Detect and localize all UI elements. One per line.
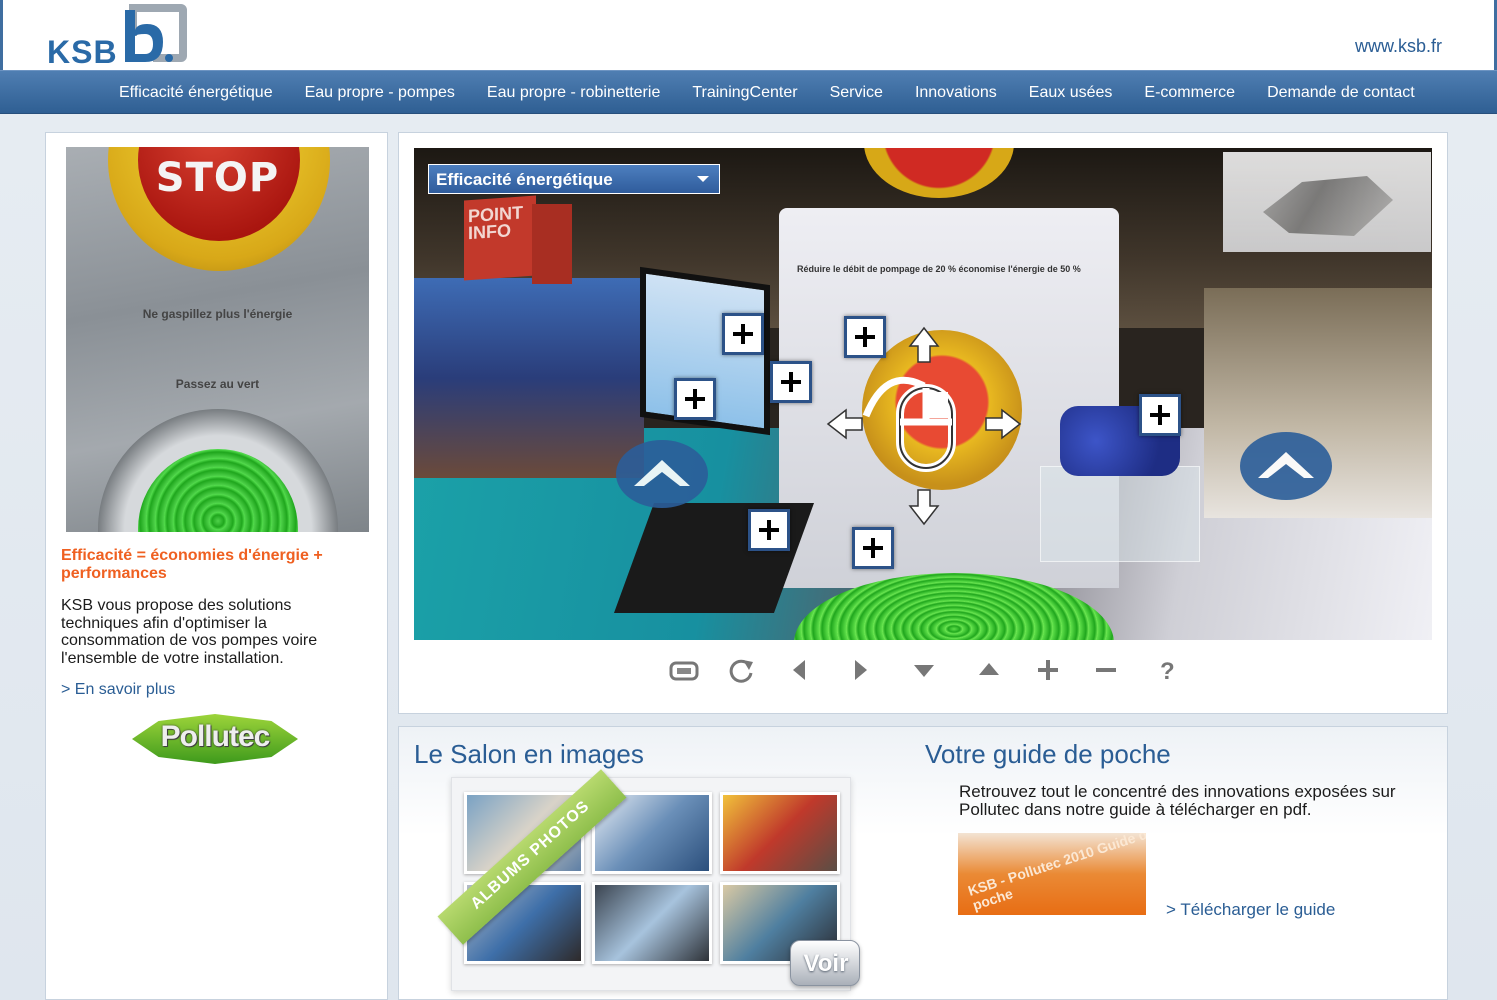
zoom-out-button[interactable] [1089, 655, 1121, 685]
scene-dropdown-value: Efficacité énergétique [436, 170, 613, 189]
plus-icon [759, 520, 779, 540]
voir-button[interactable]: Voir [790, 940, 860, 986]
nav-item-eaux-usees[interactable]: Eaux usées [1013, 71, 1129, 115]
logo-text: KSB [47, 34, 118, 70]
site-header: KSB www.ksb.fr [0, 0, 1497, 70]
guide-description: Retrouvez tout le concentré des innovati… [959, 782, 1396, 819]
ksb-logo[interactable]: KSB [45, 2, 195, 70]
pano-info-banner: POINT INFO [464, 195, 536, 281]
pan-left-button[interactable] [783, 655, 815, 685]
green-button-graphic [98, 409, 338, 532]
panorama-viewer-panel: POINT INFO Réduire le débit de pompage d… [398, 132, 1448, 714]
nav-list: Efficacité énergétique Eau propre - pomp… [103, 71, 1431, 115]
panorama-view[interactable]: POINT INFO Réduire le débit de pompage d… [414, 148, 1432, 640]
zoom-in-button[interactable] [1031, 655, 1063, 685]
promo-body: KSB vous propose des solutions technique… [61, 597, 318, 667]
fullscreen-button[interactable] [667, 655, 699, 685]
green-button-core [138, 449, 298, 532]
hotspot-plus-button[interactable] [674, 378, 716, 420]
chevron-up-icon [1258, 452, 1314, 478]
nav-item-innovations[interactable]: Innovations [899, 71, 1013, 115]
promo-image-line2: Passez au vert [175, 377, 260, 391]
pano-minimap[interactable] [1223, 152, 1431, 252]
nav-item-efficacite[interactable]: Efficacité énergétique [103, 71, 289, 115]
hotspot-plus-button[interactable] [748, 509, 790, 551]
learn-more-link[interactable]: > En savoir plus [61, 681, 175, 699]
promo-image-stop-text: STOP [155, 155, 280, 201]
pan-up-icon [979, 663, 999, 675]
download-guide-link[interactable]: > Télécharger le guide [1166, 900, 1335, 920]
zoom-out-icon [1096, 668, 1116, 672]
help-icon: ? [1160, 658, 1175, 683]
promo-image[interactable]: STOP Ne gaspillez plus l'énergie Passez … [66, 147, 369, 532]
gallery-thumbnail[interactable] [720, 792, 840, 874]
nav-item-service[interactable]: Service [814, 71, 899, 115]
pollutec-logo-text: Pollutec [160, 720, 271, 753]
rotate-icon [729, 659, 753, 683]
plus-icon [781, 372, 801, 392]
promo-panel: STOP Ne gaspillez plus l'énergie Passez … [45, 132, 388, 1000]
hotspot-plus-button[interactable] [770, 361, 812, 403]
site-url-link[interactable]: www.ksb.fr [1355, 36, 1442, 57]
plus-icon [685, 389, 705, 409]
nav-item-training-center[interactable]: TrainingCenter [676, 71, 813, 115]
main-navigation: Efficacité énergétique Eau propre - pomp… [0, 70, 1497, 114]
hotspot-plus-button[interactable] [852, 527, 894, 569]
hotspot-plus-button[interactable] [1139, 394, 1181, 436]
plus-icon [733, 324, 753, 344]
gallery-thumbnail[interactable] [592, 882, 712, 964]
gallery-title: Le Salon en images [414, 739, 644, 769]
pan-right-button[interactable] [843, 655, 875, 685]
svg-text:?: ? [1160, 658, 1175, 683]
chevron-down-icon [697, 176, 709, 182]
pano-banner-text: POINT INFO [468, 202, 524, 244]
promo-image-line1: Ne gaspillez plus l'énergie [142, 307, 293, 321]
nav-item-e-commerce[interactable]: E-commerce [1128, 71, 1251, 115]
pan-up-button[interactable] [972, 655, 1004, 685]
chevron-up-icon [634, 460, 690, 486]
zoom-in-icon [1038, 660, 1058, 680]
scene-nav-arrow-right[interactable] [1240, 432, 1332, 500]
pan-down-icon [914, 665, 934, 677]
pan-left-icon [793, 660, 805, 680]
viewer-controls: ? [667, 655, 1177, 685]
pano-info-banner-side [532, 204, 572, 284]
fullscreen-icon [669, 661, 699, 681]
nav-item-demande-de-contact[interactable]: Demande de contact [1251, 71, 1431, 115]
guide-cover-text: KSB - Pollutec 2010 Guide de poche [965, 833, 1146, 914]
guide-title: Votre guide de poche [925, 739, 1171, 769]
nav-item-eau-propre-pompes[interactable]: Eau propre - pompes [289, 71, 471, 115]
scene-dropdown[interactable]: Efficacité énergétique [428, 164, 720, 194]
pollutec-logo[interactable]: Pollutec [132, 710, 298, 768]
rotate-button[interactable] [725, 655, 757, 685]
hotspot-plus-button[interactable] [722, 313, 764, 355]
pano-glass-table [1040, 466, 1200, 562]
ksb-logo-mark-icon [125, 4, 187, 62]
guide-cover-image[interactable]: KSB - Pollutec 2010 Guide de poche [958, 833, 1146, 915]
pano-wall-caption: Réduire le débit de pompage de 20 % écon… [797, 264, 1081, 274]
minimap-booth-shape [1263, 176, 1393, 236]
scene-nav-arrow-left[interactable] [616, 440, 708, 508]
bottom-panel: Le Salon en images ALBUMS PHOTOS Voir Vo… [398, 726, 1448, 1000]
promo-title: Efficacité = économies d'énergie + perfo… [61, 547, 323, 582]
plus-icon [863, 538, 883, 558]
help-button[interactable]: ? [1149, 655, 1181, 685]
photo-gallery[interactable]: ALBUMS PHOTOS Voir [437, 769, 860, 991]
mouse-drag-icon [826, 326, 1022, 526]
voir-button-label: Voir [803, 950, 849, 977]
plus-icon [1150, 405, 1170, 425]
pan-down-button[interactable] [907, 655, 939, 685]
pano-left-booth [414, 278, 644, 478]
pan-right-icon [855, 660, 867, 680]
nav-item-eau-propre-robinetterie[interactable]: Eau propre - robinetterie [471, 71, 676, 115]
